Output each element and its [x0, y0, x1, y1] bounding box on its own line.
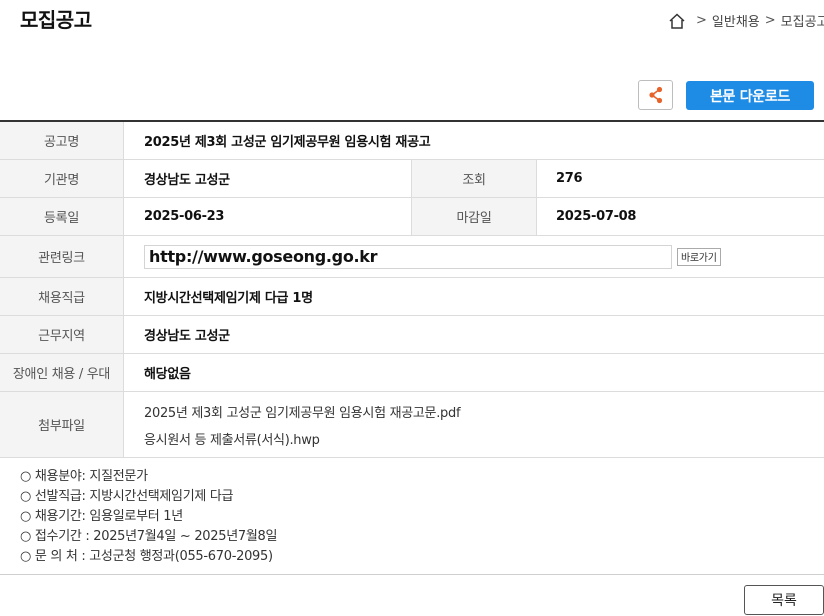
deadline-value: 2025-07-08 — [556, 209, 637, 224]
table-row: 근무지역 경상남도 고성군 — [0, 316, 824, 354]
disability-label: 장애인 채용 / 우대 — [0, 354, 124, 391]
share-icon — [648, 86, 662, 104]
notice-title: 2025년 제3회 고성군 임기제공무원 임용시험 재공고 — [144, 135, 431, 150]
breadcrumb-separator: > — [696, 13, 707, 28]
location-value: 경상남도 고성군 — [144, 329, 230, 344]
home-icon[interactable] — [668, 12, 686, 29]
table-row: 관련링크 http://www.goseong.go.kr 바로가기 — [0, 236, 824, 278]
breadcrumb-item-recruit[interactable]: 일반채용 — [712, 11, 760, 30]
share-button[interactable] — [638, 80, 673, 110]
go-link-button[interactable]: 바로가기 — [677, 247, 721, 266]
views-label: 조회 — [412, 160, 537, 197]
note-application: ○ 접수기간 : 2025년7월4일 ~ 2025년7월8일 — [20, 529, 278, 544]
table-row: 공고명 2025년 제3회 고성군 임기제공무원 임용시험 재공고 — [0, 122, 824, 160]
attachment-link-hwp[interactable]: 응시원서 등 제출서류(서식).hwp — [144, 429, 320, 448]
note-field: ○ 채용분야: 지질전문가 — [20, 469, 148, 484]
note-grade: ○ 선발직급: 지방시간선택제임기제 다급 — [20, 489, 234, 504]
table-row: 장애인 채용 / 우대 해당없음 — [0, 354, 824, 392]
download-button[interactable]: 본문 다운로드 — [686, 81, 814, 110]
table-row: 첨부파일 2025년 제3회 고성군 임기제공무원 임용시험 재공고문.pdf … — [0, 392, 824, 458]
position-label: 채용직급 — [0, 278, 124, 315]
link-cell: http://www.goseong.go.kr 바로가기 — [124, 236, 824, 277]
table-row: 기관명 경상남도 고성군 조회 276 — [0, 160, 824, 198]
attachment-list: 2025년 제3회 고성군 임기제공무원 임용시험 재공고문.pdf 응시원서 … — [124, 392, 824, 457]
breadcrumb-separator: > — [764, 13, 776, 28]
title-label: 공고명 — [0, 122, 124, 159]
position-value: 지방시간선택제임기제 다급 1명 — [144, 291, 313, 306]
note-period: ○ 채용기간: 임용일로부터 1년 — [20, 509, 183, 524]
agency-label: 기관명 — [0, 160, 124, 197]
reg-date-value: 2025-06-23 — [124, 198, 412, 235]
page-title: 모집공고 — [20, 8, 92, 32]
notice-detail-table: 공고명 2025년 제3회 고성군 임기제공무원 임용시험 재공고 기관명 경상… — [0, 120, 824, 458]
link-label: 관련링크 — [0, 236, 124, 277]
divider — [0, 574, 824, 575]
table-row: 등록일 2025-06-23 마감일 2025-07-08 — [0, 198, 824, 236]
table-row: 채용직급 지방시간선택제임기제 다급 1명 — [0, 278, 824, 316]
views-value: 276 — [556, 171, 583, 186]
files-label: 첨부파일 — [0, 392, 124, 457]
note-contact: ○ 문 의 처 : 고성군청 행정과(055-670-2095) — [20, 549, 273, 564]
breadcrumb: > 일반채용 > 모집공고 — [668, 11, 824, 30]
reg-date-label: 등록일 — [0, 198, 124, 235]
agency-value: 경상남도 고성군 — [124, 160, 412, 197]
breadcrumb-item-notice[interactable]: 모집공고 — [781, 11, 824, 30]
disability-value: 해당없음 — [144, 367, 191, 382]
location-label: 근무지역 — [0, 316, 124, 353]
related-link-field[interactable]: http://www.goseong.go.kr — [144, 244, 672, 269]
attachment-link-pdf[interactable]: 2025년 제3회 고성군 임기제공무원 임용시험 재공고문.pdf — [144, 402, 461, 421]
notice-body: ○ 채용분야: 지질전문가 ○ 선발직급: 지방시간선택제임기제 다급 ○ 채용… — [20, 467, 277, 567]
deadline-label: 마감일 — [412, 198, 537, 235]
list-button[interactable]: 목록 — [744, 585, 824, 615]
